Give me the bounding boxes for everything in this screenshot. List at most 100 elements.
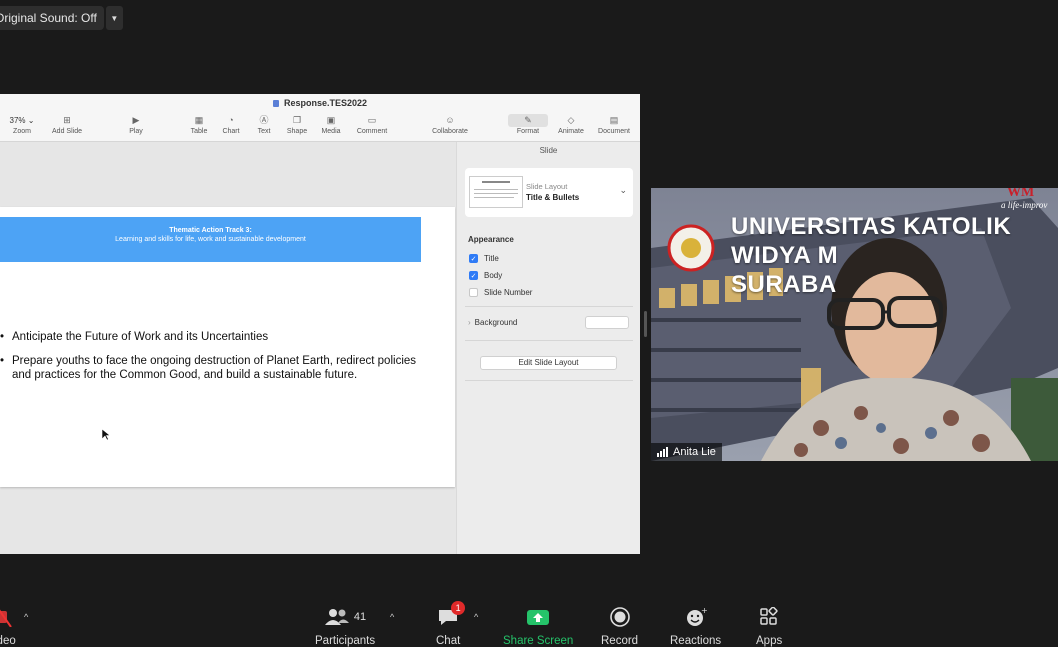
zoom-meeting-window: Original Sound: Off ▼ Response.TES2022 3… [0, 0, 1058, 647]
chat-label: Chat [436, 635, 461, 647]
zoom-control[interactable]: 37% ⌄ Zoom [2, 114, 42, 135]
share-screen-label: Share Screen [503, 635, 574, 647]
background-color-well[interactable] [585, 316, 629, 329]
add-slide-button[interactable]: ⊞ Add Slide [47, 114, 87, 135]
participants-count: 41 [353, 611, 367, 623]
slide-layout-picker[interactable]: Slide Layout Title & Bullets ⌄ [465, 168, 633, 217]
reactions-button[interactable]: + Reactions [670, 605, 721, 647]
slide[interactable]: Thematic Action Track 3: Learning and sk… [0, 207, 455, 487]
comment-label: Comment [356, 128, 388, 135]
apps-icon [759, 605, 779, 629]
backdrop-line: SURABA [731, 271, 837, 298]
document-label: Document [598, 128, 630, 135]
zoom-value: 37% [9, 116, 26, 125]
backdrop-line: UNIVERSITAS KATOLIK [731, 213, 1012, 240]
text-label: Text [257, 128, 271, 135]
window-titlebar: Response.TES2022 [0, 94, 640, 112]
divider [465, 340, 633, 341]
backdrop-line: WIDYA M [731, 242, 839, 269]
chevron-down-icon[interactable]: ⌄ [619, 185, 627, 196]
format-sidebar: Slide Slide Layout Title & Bullets ⌄ App… [456, 142, 640, 554]
slide-canvas[interactable]: Thematic Action Track 3: Learning and sk… [0, 142, 456, 554]
slide-header-title: Thematic Action Track 3: [169, 227, 252, 234]
add-slide-icon: ⊞ [63, 115, 71, 125]
checkbox-checked-icon[interactable]: ✓ [469, 271, 478, 280]
slide-bullet: • Prepare youths to face the ongoing des… [0, 354, 420, 382]
layout-label: Slide Layout [526, 182, 568, 191]
background-label: Background [474, 318, 518, 327]
apps-button[interactable]: Apps [756, 605, 782, 647]
slide-header-subtitle: Learning and skills for life, work and s… [115, 236, 306, 243]
participants-label: Participants [315, 635, 376, 647]
media-label: Media [321, 128, 341, 135]
body-checkbox-row[interactable]: ✓ Body [469, 271, 502, 280]
slide-number-checkbox-row[interactable]: Slide Number [469, 288, 532, 297]
participant-name: Anita Lie [673, 446, 716, 458]
participants-button[interactable]: 41 Participants [315, 605, 375, 647]
bullet-dot-icon: • [0, 355, 5, 367]
chevron-up-icon[interactable]: ^ [390, 612, 394, 622]
title-checkbox-row[interactable]: ✓ Title [469, 254, 499, 263]
shape-label: Shape [286, 128, 308, 135]
chevron-up-icon[interactable]: ^ [474, 612, 478, 622]
chevron-up-icon[interactable]: ^ [24, 612, 28, 622]
body-checkbox-label: Body [484, 271, 503, 280]
comment-icon: ▭ [367, 115, 377, 125]
format-button[interactable]: ✎ Format [508, 114, 548, 135]
video-button[interactable]: ideo [0, 605, 16, 647]
split-view-handle[interactable] [644, 311, 647, 337]
chart-icon: ◔ [228, 115, 234, 125]
bullet-text: Anticipate the Future of Work and its Un… [12, 331, 269, 343]
chevron-right-icon[interactable]: › [468, 318, 471, 327]
title-checkbox-label: Title [484, 254, 499, 263]
background-row[interactable]: › Background [468, 318, 517, 327]
text-icon: Ⓐ [259, 115, 269, 125]
table-icon: ▦ [194, 115, 204, 125]
play-button[interactable]: ▶ Play [116, 114, 156, 135]
record-button[interactable]: Record [601, 605, 638, 647]
share-screen-icon [526, 605, 550, 629]
mouse-cursor-icon [102, 429, 110, 441]
media-button[interactable]: ▣ Media [311, 114, 351, 135]
shared-screen-keynote: Response.TES2022 37% ⌄ Zoom ⊞ Add Slide … [0, 94, 640, 554]
chat-unread-badge: 1 [451, 601, 466, 615]
edit-slide-layout-button[interactable]: Edit Slide Layout [480, 356, 617, 370]
slide-bullet-list: • Anticipate the Future of Work and its … [0, 330, 420, 392]
table-label: Table [190, 128, 208, 135]
checkbox-unchecked-icon[interactable] [469, 288, 478, 297]
record-icon [609, 605, 630, 629]
chat-button[interactable]: 1 Chat [436, 601, 466, 647]
participant-name-tag: Anita Lie [651, 443, 722, 461]
participant-video-tile[interactable]: UNIVERSITAS KATOLIK WIDYA M SURABA WM a … [651, 188, 1058, 461]
reactions-label: Reactions [670, 635, 722, 647]
sidebar-title: Slide [539, 146, 558, 155]
bullet-text: Prepare youths to face the ongoing destr… [12, 355, 417, 381]
keynote-toolbar: 37% ⌄ Zoom ⊞ Add Slide ▶ Play ▦ Table ◔ … [0, 112, 640, 142]
format-label: Format [516, 128, 540, 135]
video-off-icon [0, 605, 13, 629]
animate-icon: ◇ [567, 115, 575, 125]
document-panel-icon: ▤ [609, 115, 619, 125]
document-icon [272, 99, 279, 107]
chart-label: Chart [222, 128, 240, 135]
comment-button[interactable]: ▭ Comment [352, 114, 392, 135]
slide-bullet: • Anticipate the Future of Work and its … [0, 330, 420, 344]
document-button[interactable]: ▤ Document [594, 114, 634, 135]
reactions-smiley-icon: + [685, 605, 707, 629]
original-sound-button[interactable]: Original Sound: Off [0, 6, 104, 30]
divider [465, 380, 633, 381]
slide-header-banner: Thematic Action Track 3: Learning and sk… [0, 217, 421, 262]
share-screen-button[interactable]: Share Screen [503, 605, 573, 647]
backdrop-university-text: UNIVERSITAS KATOLIK WIDYA M SURABA [731, 212, 1011, 299]
play-icon: ▶ [132, 115, 140, 125]
brand-tagline: a life-improv [1001, 200, 1048, 210]
meeting-controls-bar: ideo ^ 41 Participants ^ 1 Chat ^ Share … [0, 595, 1058, 647]
chevron-down-icon[interactable]: ▼ [105, 6, 123, 30]
collaborate-button[interactable]: ☺ Collaborate [430, 114, 470, 135]
layout-name: Title & Bullets [526, 193, 580, 202]
collaborate-label: Collaborate [432, 128, 468, 135]
animate-button[interactable]: ◇ Animate [551, 114, 591, 135]
checkbox-checked-icon[interactable]: ✓ [469, 254, 478, 263]
media-icon: ▣ [326, 115, 336, 125]
original-sound-control: Original Sound: Off ▼ [0, 6, 123, 30]
